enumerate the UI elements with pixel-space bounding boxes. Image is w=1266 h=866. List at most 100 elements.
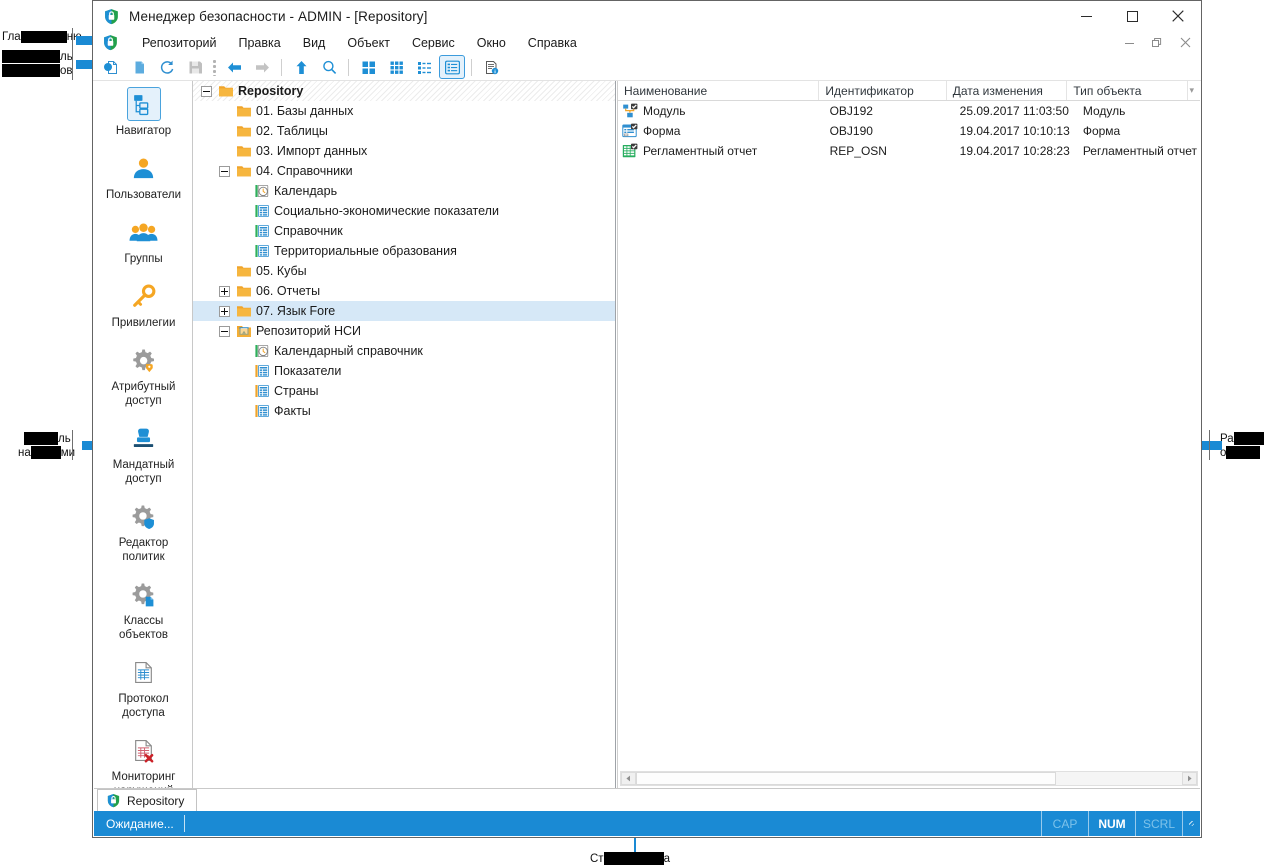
details-list-icon[interactable]: [439, 55, 465, 79]
tree-node[interactable]: 03. Импорт данных: [193, 141, 615, 161]
tree-scroll-area[interactable]: Repository 01. Базы данных 02. Таблицы 03. …: [193, 81, 615, 788]
menu-item-edit[interactable]: Правка: [228, 33, 292, 53]
table-row[interactable]: Регламентный отчет REP_OSN 19.04.2017 10:2…: [618, 141, 1200, 161]
column-header-type[interactable]: Тип объекта: [1067, 81, 1188, 100]
cell-name-text: Форма: [643, 124, 681, 138]
list-horizontal-scrollbar[interactable]: [620, 771, 1198, 786]
sidebar-label-navigator: Навигатор: [115, 125, 172, 137]
search-icon[interactable]: [316, 55, 342, 79]
toolbar-separator-1: [281, 58, 282, 76]
sidebar-item-users[interactable]: Пользователи: [94, 145, 192, 209]
tree-node[interactable]: Территориальные образования: [193, 241, 615, 261]
tree-expander-plus-icon[interactable]: [219, 285, 230, 297]
list-rows-container[interactable]: Модуль OBJ192 25.09.2017 11:03:50 Модуль Фор…: [618, 101, 1200, 772]
toolbar-grip[interactable]: [212, 58, 217, 76]
tree-node[interactable]: Факты: [193, 401, 615, 421]
tree-node[interactable]: 02. Таблицы: [193, 121, 615, 141]
properties-info-icon[interactable]: [478, 55, 504, 79]
tree-node[interactable]: Календарь: [193, 181, 615, 201]
sidebar-item-privileges[interactable]: Привилегии: [94, 273, 192, 337]
resize-grip-icon[interactable]: [1182, 811, 1200, 836]
large-tiles-icon[interactable]: [355, 55, 381, 79]
hscroll-track[interactable]: [636, 772, 1182, 785]
tree-node[interactable]: 07. Язык Fore: [193, 301, 615, 321]
column-header-modified[interactable]: Дата изменения: [947, 81, 1068, 100]
sidebar-item-access-log[interactable]: Протокол доступа: [94, 649, 192, 727]
column-header-identifier[interactable]: Идентификатор: [819, 81, 947, 100]
arrow-right-icon[interactable]: [249, 55, 275, 79]
tree-expander-plus-icon[interactable]: [219, 305, 230, 317]
sidebar-item-violation-monitoring[interactable]: Мониторингнарушенийзащиты: [94, 727, 192, 788]
folder-icon: [236, 163, 252, 179]
menu-item-service[interactable]: Сервис: [401, 33, 466, 53]
window-minimize-button[interactable]: [1063, 1, 1109, 31]
sidebar-item-groups[interactable]: Группы: [94, 209, 192, 273]
tree-node-label: Справочник: [274, 224, 343, 238]
sidebar-item-attribute-access[interactable]: Атрибутный доступ: [94, 337, 192, 415]
anno-guide-left: [72, 28, 73, 80]
menu-item-view[interactable]: Вид: [292, 33, 337, 53]
tree-expander-minus-icon[interactable]: [219, 165, 230, 177]
arrow-up-icon[interactable]: [288, 55, 314, 79]
menu-item-window[interactable]: Окно: [466, 33, 517, 53]
blue-page-icon[interactable]: [126, 55, 152, 79]
status-indicator-scrl: SCRL: [1135, 811, 1182, 836]
mdi-close-button[interactable]: [1171, 32, 1199, 53]
sidebar-item-mandatory-access[interactable]: Мандатный доступ: [94, 415, 192, 493]
anno-toolbar-suffix2: ов: [60, 65, 73, 77]
tree-node[interactable]: 05. Кубы: [193, 261, 615, 281]
tree-node-label: Repository: [238, 84, 304, 98]
tree-node[interactable]: Показатели: [193, 361, 615, 381]
tree-node[interactable]: 04. Справочники: [193, 161, 615, 181]
cell-identifier: OBJ192: [829, 104, 873, 118]
hscroll-thumb[interactable]: [636, 772, 1057, 785]
tree-node[interactable]: Справочник: [193, 221, 615, 241]
tree-node-label: 07. Язык Fore: [256, 304, 336, 318]
column-options-chevron-icon[interactable]: ▾: [1188, 81, 1200, 100]
tree-expander-minus-icon[interactable]: [201, 85, 212, 97]
table-row[interactable]: Модуль OBJ192 25.09.2017 11:03:50 Модуль: [618, 101, 1200, 121]
gear-document-icon: [127, 577, 161, 611]
cell-type: Модуль: [1082, 104, 1126, 118]
list-icon[interactable]: [411, 55, 437, 79]
tree-node[interactable]: Календарный справочник: [193, 341, 615, 361]
menu-item-repository[interactable]: Репозиторий: [131, 33, 228, 53]
sidebar-item-object-classes[interactable]: Классы объектов: [94, 571, 192, 649]
sidebar-item-navigator[interactable]: Навигатор: [94, 81, 192, 145]
tree-expander-minus-icon[interactable]: [219, 325, 230, 337]
table-row[interactable]: Форма OBJ190 19.04.2017 10:10:13 Форма: [618, 121, 1200, 141]
shield-icon: [106, 793, 121, 808]
navigator-tree-icon: [126, 87, 161, 121]
anno-status-prefix: Ст: [590, 853, 604, 865]
window-close-button[interactable]: [1155, 1, 1201, 31]
refresh-icon[interactable]: [154, 55, 180, 79]
mdi-restore-button[interactable]: [1143, 32, 1171, 53]
tree-node[interactable]: 06. Отчеты: [193, 281, 615, 301]
module-icon: [622, 103, 638, 119]
small-tiles-icon[interactable]: [383, 55, 409, 79]
arrow-left-icon[interactable]: [221, 55, 247, 79]
status-message: Ожидание...: [106, 816, 174, 831]
tab-repository[interactable]: Repository: [97, 789, 198, 811]
tree-node[interactable]: Социально-экономические показатели: [193, 201, 615, 221]
cell-modified: 25.09.2017 11:03:50: [959, 104, 1069, 118]
tree-node[interactable]: Репозиторий НСИ: [193, 321, 615, 341]
sidebar-label-object-classes: Классы объектов: [119, 615, 168, 641]
save-floppy-icon[interactable]: [182, 55, 208, 79]
menu-item-object[interactable]: Объект: [336, 33, 401, 53]
dictionary-icon: [254, 203, 270, 219]
column-header-name[interactable]: Наименование: [618, 81, 820, 100]
hscroll-right-arrow-icon[interactable]: [1182, 772, 1197, 785]
tree-node[interactable]: Repository: [193, 81, 615, 101]
mdi-minimize-button[interactable]: [1115, 32, 1143, 53]
status-indicators: CAP NUM SCRL: [1041, 811, 1200, 836]
user-icon: [127, 151, 161, 185]
tree-node[interactable]: 01. Базы данных: [193, 101, 615, 121]
menu-item-help[interactable]: Справка: [517, 33, 588, 53]
window-maximize-button[interactable]: [1109, 1, 1155, 31]
hscroll-left-arrow-icon[interactable]: [621, 772, 636, 785]
sidebar-label-access-log: Протокол доступа: [118, 693, 169, 719]
new-document-icon[interactable]: [98, 55, 124, 79]
sidebar-item-policy-editor[interactable]: Редактор политик: [94, 493, 192, 571]
tree-node[interactable]: Страны: [193, 381, 615, 401]
